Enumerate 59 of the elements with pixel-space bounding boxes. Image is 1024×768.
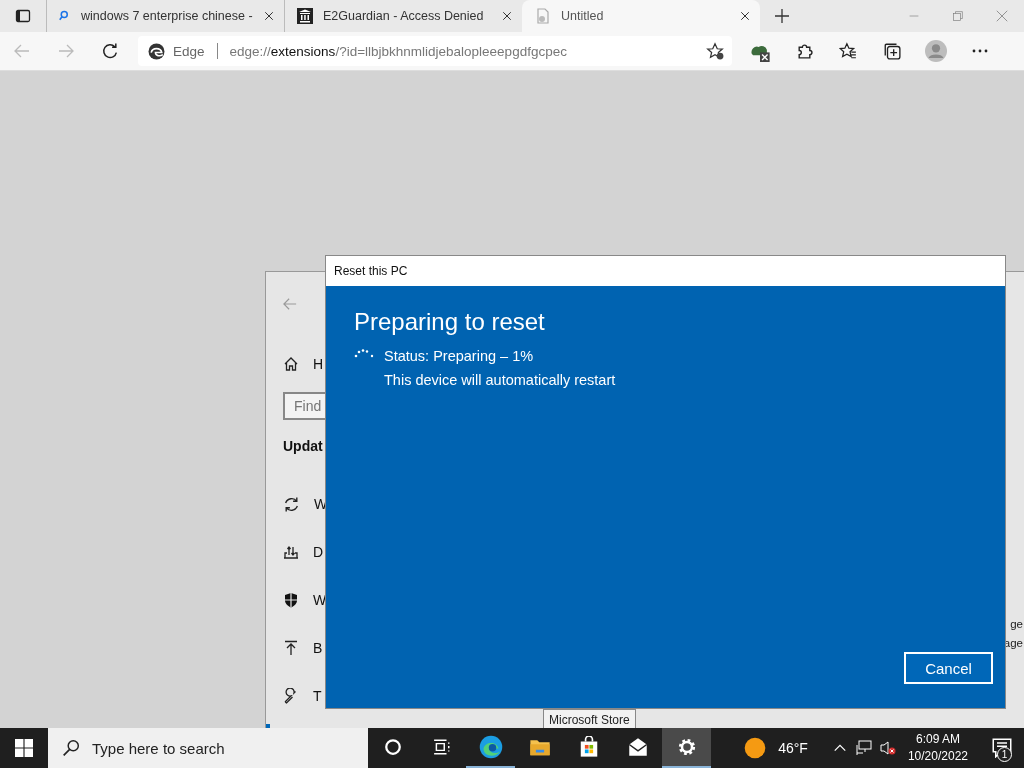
weather-widget[interactable]: 46°F <box>744 737 808 759</box>
site-label: Edge <box>173 43 205 59</box>
plus-icon <box>774 8 790 24</box>
address-bar[interactable]: Edge edge://extensions/?id=llbjbkhnmlidjebalopleeepgdfgcpec <box>138 36 732 66</box>
network-icon <box>854 740 873 756</box>
sun-icon <box>744 737 767 759</box>
circle-icon <box>383 738 402 756</box>
browser-tab[interactable]: Untitled <box>522 0 760 32</box>
section-title: Updat <box>283 438 324 454</box>
search-icon <box>62 739 80 757</box>
restart-note: This device will automatically restart <box>384 372 616 388</box>
notifications-button[interactable]: 1 <box>980 728 1024 768</box>
puzzle-icon <box>795 42 813 60</box>
tray-upload-icon <box>283 544 299 560</box>
refresh-icon <box>101 42 119 60</box>
add-favorite-icon <box>706 42 724 60</box>
back-arrow-icon <box>283 297 297 311</box>
home-icon <box>283 356 299 372</box>
avatar-icon <box>925 40 947 62</box>
windows-logo-icon <box>15 739 33 757</box>
nav-item-label[interactable]: T <box>313 688 322 704</box>
dialog-title: Reset this PC <box>334 264 408 278</box>
search-icon <box>59 10 71 22</box>
edge-logo-icon <box>148 42 165 60</box>
close-icon <box>264 11 274 21</box>
clock[interactable]: 6:09 AM 10/20/2022 <box>907 731 968 765</box>
collections-icon <box>883 42 901 60</box>
chat-icon <box>992 738 1012 758</box>
dialog-heading: Preparing to reset <box>354 308 546 336</box>
star-list-icon <box>839 42 857 60</box>
status-text: Status: Preparing – 1% <box>384 348 535 364</box>
edge-logo-icon <box>478 735 503 759</box>
muted-speaker-icon <box>878 740 897 756</box>
nav-item-label[interactable]: B <box>313 640 323 656</box>
setting-text: ge <box>1010 618 1023 630</box>
building-icon <box>297 8 313 24</box>
restore-icon <box>953 11 963 21</box>
url-text: edge://extensions/?id=llbjbkhnmlidjebalopleeepgdfgcpec <box>229 43 568 59</box>
document-icon <box>535 8 551 24</box>
taskbar-search-box[interactable]: Type here to search <box>48 728 368 768</box>
spinner-icon <box>354 348 374 358</box>
nav-item-label[interactable]: D <box>313 544 324 560</box>
close-icon <box>502 11 512 21</box>
upload-arrow-icon <box>283 640 299 656</box>
sidebar-icon <box>15 8 31 24</box>
forward-arrow-icon <box>58 43 74 59</box>
close-icon <box>740 11 750 21</box>
close-icon <box>996 10 1008 22</box>
shield-icon <box>283 592 299 608</box>
gear-icon <box>676 737 697 757</box>
taskbar-app[interactable] <box>662 728 711 768</box>
wrench-icon <box>283 688 299 704</box>
nav-item-label[interactable]: W <box>313 592 327 608</box>
sync-icon <box>283 495 300 513</box>
tooltip: Microsoft Store <box>543 709 636 728</box>
back-arrow-icon <box>14 43 30 59</box>
cancel-button[interactable]: Cancel <box>904 652 993 684</box>
nav-item-label[interactable]: H <box>313 356 324 372</box>
task-view-icon <box>432 738 451 756</box>
